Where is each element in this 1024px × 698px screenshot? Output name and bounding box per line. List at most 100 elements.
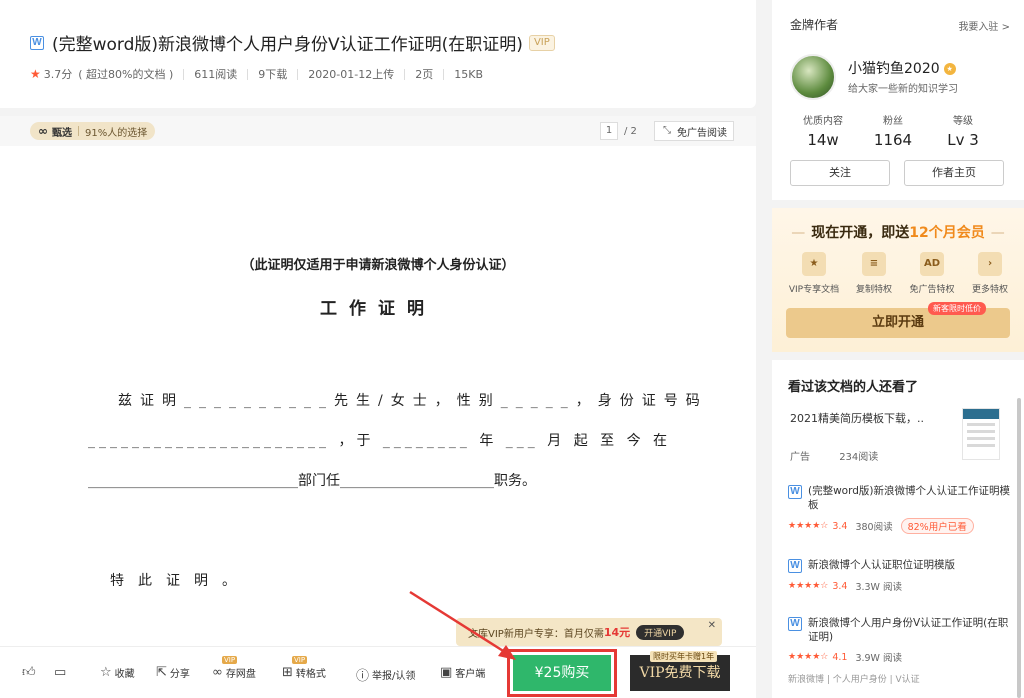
warning-icon: ⓘ [356,669,370,684]
document-line: 特此证明。 [110,573,250,589]
report-button[interactable]: ⓘ 举报/认领 [356,665,415,684]
document-line: 兹证明__________先生/女士，性别_____，身份证号码 [118,393,708,409]
list-item-title: 新浪微博个人认证职位证明模版 [808,559,955,571]
author-stat: 粉丝 1164 [858,112,928,149]
file-size: 15KB [454,67,483,81]
page-indicator: 1 / 2 [600,122,637,140]
cloud-disk-icon: ∞ [212,665,223,680]
ad-title[interactable]: 2021精美简历模板下载，.. [790,410,924,426]
rating-stars: ★★★★☆ [788,652,829,662]
scrollbar[interactable] [1017,398,1021,698]
vip-docs-icon: ★ [802,252,826,276]
open-vip-button[interactable]: 开通VIP [636,624,685,640]
convert-format-label: 转格式 [295,669,326,680]
vip-offer-title-prefix: 现在开通，即送 [811,225,910,241]
author-card: 金牌作者 我要入驻 > 小猫钓鱼2020 ★ 给大家一些新的知识学习 优质内容 1… [772,0,1024,200]
page-number-input[interactable]: 1 [600,122,618,140]
document-title-row: W (完整word版)新浪微博个人用户身份V认证工作证明(在职证明) VIP [30,30,555,55]
author-homepage-button[interactable]: 作者主页 [904,160,1004,186]
join-link[interactable]: 我要入驻 > [958,18,1010,33]
ad-free-reading-button[interactable]: ⤡ 免广告阅读 [654,121,734,141]
convert-format-button[interactable]: VIP ⊞ 转格式 [282,656,326,680]
perk-label: 更多特权 [971,285,1008,295]
bottom-action-bar: 👍︎ ▭ ☆ 收藏 ⇱ 分享 VIP ∞ 存网盘 VIP ⊞ 转格式 ⓘ 举报/… [0,646,756,698]
stat-label: 粉丝 [883,116,903,127]
close-icon[interactable]: ✕ [708,620,716,631]
monitor-icon: ▣ [440,665,453,680]
selection-label: 甄选 [52,127,72,139]
rating-stars: ★★★★☆ [788,581,829,591]
client-label: 客户端 [455,669,486,680]
document-page: （此证明仅适用于申请新浪微博个人身份认证） 工作证明 兹证明__________… [0,146,756,646]
thumbs-up-icon: 👍︎ [22,665,36,680]
comment-button[interactable]: ▭ [54,665,69,680]
document-heading: 工作证明 [320,299,436,319]
convert-icon: ⊞ [282,665,293,680]
rating-note: ( 超过80%的文档 ) [78,68,174,81]
viewed-percent-badge: 82%用户已看 [900,518,974,534]
perk-label: VIP专享文档 [788,285,840,295]
document-viewer: ∞ 甄选 91%人的选择 1 / 2 ⤡ 免广告阅读 （此证明仅适用于申请新浪微… [0,116,756,698]
perk-vip-docs[interactable]: ★ VIP专享文档 [784,252,844,295]
viewer-toolbar: ∞ 甄选 91%人的选择 1 / 2 ⤡ 免广告阅读 [0,116,756,146]
author-card-heading: 金牌作者 [790,18,839,32]
divider [78,126,79,136]
like-button[interactable]: 👍︎ [22,665,39,680]
word-file-icon: W [30,35,44,50]
read-count: 3.9W 阅读 [855,653,902,664]
recommendation-card: 看过该文档的人还看了 2021精美简历模板下载，.. 广告 234阅读 W (完… [772,360,1024,698]
ad-tag: 广告 [790,452,810,463]
list-item[interactable]: W (完整word版)新浪微博个人认证工作证明模板 ★★★★☆ 3.4 380阅… [788,484,1012,534]
divider [247,68,249,80]
document-header-card: W (完整word版)新浪微博个人用户身份V认证工作证明(在职证明) VIP ★… [0,0,756,108]
divider [297,68,299,80]
document-line: ______________________________部门任_______… [88,473,536,489]
save-to-disk-label: 存网盘 [225,669,256,680]
divider [404,68,406,80]
list-item[interactable]: W 新浪微博个人用户身份V认证工作证明(在职证明) ★★★★☆ 4.1 3.9W… [788,616,1012,664]
page-total: / 2 [624,125,637,137]
vip-promo-banner[interactable]: 文库VIP新用户专享：首月仅需 14元 开通VIP ✕ [456,618,722,646]
ad-thumbnail[interactable] [962,408,1000,460]
list-item-title: 新浪微博个人用户身份V认证工作证明(在职证明) [808,617,1009,643]
author-name-row[interactable]: 小猫钓鱼2020 ★ [848,58,956,78]
author-name: 小猫钓鱼2020 [848,61,940,77]
rating-stars: ★★★★☆ [788,521,829,531]
author-stat: 优质内容 14w [788,112,858,149]
word-file-icon: W [788,485,802,499]
vip-promo-price: 14元 [603,626,631,639]
perk-more[interactable]: › 更多特权 [960,252,1020,295]
client-button[interactable]: ▣ 客户端 [440,665,485,680]
rating-score: 3.4 [832,580,848,592]
stat-label: 优质内容 [803,116,843,127]
document-meta-row: ★ 3.7分 ( 超过80%的文档 ) 611阅读 9下载 2020-01-12… [30,66,483,82]
perk-copy[interactable]: ≡ 复制特权 [844,252,904,295]
vip-offer-title: — 现在开通，即送12个月会员 — [791,225,1005,241]
avatar[interactable] [790,54,836,100]
buy-button[interactable]: ¥25购买 [507,649,617,697]
share-button[interactable]: ⇱ 分享 [156,665,190,680]
star-outline-icon: ☆ [100,665,112,680]
save-to-disk-button[interactable]: VIP ∞ 存网盘 [212,656,256,680]
new-customer-tag: 新客限时低价 [928,302,986,315]
read-count: 3.3W 阅读 [855,582,902,593]
document-title: (完整word版)新浪微博个人用户身份V认证工作证明(在职证明) [52,35,523,55]
vip-promo-text: 文库VIP新用户专享：首月仅需 [468,628,604,640]
list-item[interactable]: W 新浪微博个人认证职位证明模版 ★★★★☆ 3.4 3.3W 阅读 [788,558,1012,593]
report-label: 举报/认领 [372,671,416,682]
ad-free-icon: AD [920,252,944,276]
favorite-button[interactable]: ☆ 收藏 [100,665,135,680]
expand-icon: ⤡ [663,125,671,136]
stat-value: Lv 3 [947,131,979,149]
document-line: ______________________ ，于 ________ 年 ___… [88,433,672,449]
follow-button[interactable]: 关注 [790,160,890,186]
recommendation-heading: 看过该文档的人还看了 [788,380,919,395]
page-count: 2页 [415,68,434,81]
selection-badge[interactable]: ∞ 甄选 91%人的选择 [30,122,156,140]
stat-value: 1164 [873,131,913,149]
perk-ad-free[interactable]: AD 免广告特权 [902,252,962,295]
selection-note: 91%人的选择 [85,127,148,139]
stat-label: 等级 [953,116,973,127]
perk-label: 复制特权 [855,285,892,295]
download-count: 9下载 [258,68,288,81]
